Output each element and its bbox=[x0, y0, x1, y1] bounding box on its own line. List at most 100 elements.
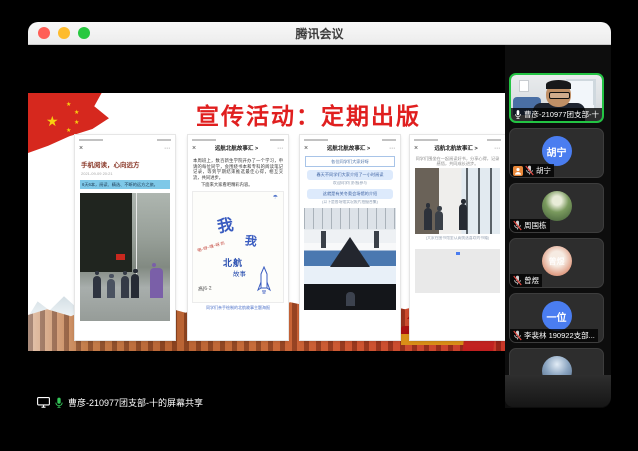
meeting-window: 腾讯会议 ★ ★ ★ ★ ★ 宣传活动：定期出版 bbox=[28, 22, 611, 408]
phone-status-bar bbox=[300, 135, 400, 143]
meeting-content: ★ ★ ★ ★ ★ 宣传活动：定期出版 bbox=[28, 45, 611, 408]
flag-star-icon: ★ bbox=[46, 113, 59, 130]
name-tag: 周国栋 bbox=[510, 219, 550, 232]
more-icon: ⋯ bbox=[164, 145, 171, 152]
share-banner-text: 曹彦-210977团支部-十的屏幕共享 bbox=[68, 396, 203, 408]
more-icon: ⋯ bbox=[494, 145, 501, 152]
host-badge-icon bbox=[513, 166, 523, 176]
mic-on-icon bbox=[514, 109, 522, 120]
rocket-doodle bbox=[257, 266, 271, 296]
zoom-window-button[interactable] bbox=[78, 27, 90, 39]
person-figure bbox=[107, 279, 115, 298]
participant-name: 李裴林 190922支部... bbox=[524, 330, 595, 341]
article-screenshot-1: × ⋯ 手机阅读，心向远方 2021-09-09 20:21 6天6本，阅读、精… bbox=[75, 135, 175, 340]
dark-photo-strip bbox=[304, 284, 396, 310]
participant-tile-lipeilin[interactable]: 一位 李裴林 190922支部... bbox=[509, 293, 604, 343]
person-figure bbox=[435, 211, 443, 230]
mic-muted-icon bbox=[513, 220, 522, 231]
dark-pyramid-structure bbox=[330, 237, 370, 267]
more-icon: ⋯ bbox=[389, 145, 396, 152]
account-name: 远航北航故事汇 > bbox=[308, 144, 389, 152]
participant-name: 胡宁 bbox=[536, 165, 551, 176]
participant-tile-zengyu[interactable]: 曾煜 曾煜 bbox=[509, 238, 604, 288]
umbrella-doodle: ☂ bbox=[273, 194, 278, 201]
participant-name: 周国栋 bbox=[524, 220, 547, 231]
sub-text: 欢迎同学们积极参与 bbox=[300, 181, 400, 186]
window-slit bbox=[321, 231, 326, 248]
minimize-window-button[interactable] bbox=[58, 27, 70, 39]
sidebar-bottom-panel bbox=[505, 375, 611, 407]
library-photo bbox=[415, 168, 500, 234]
person-figure bbox=[424, 208, 432, 230]
person-figure bbox=[93, 276, 101, 298]
name-tag: 曹彦-210977团支部-十 bbox=[511, 108, 602, 121]
participant-tile-caoyan[interactable]: 曹彦-210977团支部-十 bbox=[509, 73, 604, 123]
phone-status-bar bbox=[188, 135, 288, 143]
screen-share-banner: 曹彦-210977团支部-十的屏幕共享 bbox=[37, 396, 203, 408]
screen-share-area: ★ ★ ★ ★ ★ 宣传活动：定期出版 bbox=[28, 45, 505, 408]
participant-name: 曹彦-210977团支部-十 bbox=[524, 109, 599, 120]
name-tag: 李裴林 190922支部... bbox=[510, 329, 598, 342]
hand-drawn-poster: ☂ 我 唱~呀~嘿~呀 的 我 北航 故事 高∫6·2 bbox=[192, 191, 284, 303]
participant-tile-huning[interactable]: 胡宁 胡宁 bbox=[509, 128, 604, 178]
close-icon: × bbox=[79, 145, 83, 152]
close-window-button[interactable] bbox=[38, 27, 50, 39]
monitor-icon bbox=[37, 397, 50, 408]
small-red-flag bbox=[116, 254, 125, 260]
outdoor-photo bbox=[80, 193, 170, 321]
poster-character: 我 bbox=[215, 211, 235, 237]
stadium-photo bbox=[304, 208, 396, 284]
poster-subtitle: 故事 bbox=[233, 268, 246, 278]
avatar: 曾煜 bbox=[542, 246, 572, 276]
mic-on-icon bbox=[54, 397, 64, 409]
poster-scribble: 唱~呀~嘿~呀 的 bbox=[197, 241, 226, 255]
title-bar[interactable]: 腾讯会议 bbox=[28, 22, 611, 45]
person-icon bbox=[514, 167, 522, 175]
participant-tile-zhouguodong[interactable]: 周国栋 bbox=[509, 183, 604, 233]
avatar-text: 一位 bbox=[547, 309, 567, 324]
person-glasses bbox=[549, 92, 570, 99]
person-figure bbox=[121, 276, 129, 298]
more-icon: ⋯ bbox=[277, 145, 284, 152]
article-nav-bar: × 远航北航故事汇 > ⋯ bbox=[188, 143, 288, 153]
article-meta: 2021-09-09 20:21 bbox=[81, 171, 169, 176]
window-title: 腾讯会议 bbox=[295, 25, 343, 42]
window-frame bbox=[593, 81, 594, 105]
person-figure bbox=[346, 292, 355, 306]
photo-caption-small: (大家在图书馆里认真挑选喜欢的书籍) bbox=[414, 236, 501, 241]
outlined-text-box: 各位同学们大家好呀 bbox=[305, 156, 395, 167]
avatar: 一位 bbox=[542, 301, 572, 331]
article-nav-bar: × ⋯ bbox=[75, 143, 175, 153]
article-title: 手机阅读，心向远方 bbox=[81, 159, 169, 169]
dark-wall bbox=[80, 193, 132, 272]
participant-sidebar: 曹彦-210977团支部-十 胡宁 胡宁 bbox=[505, 45, 611, 408]
pagination-dots bbox=[410, 242, 505, 247]
poster-signature: 高∫6·2 bbox=[198, 285, 212, 293]
phone-status-bar bbox=[410, 135, 505, 143]
avatar bbox=[542, 191, 572, 221]
poster-character: 我 bbox=[244, 232, 258, 251]
mic-muted-icon bbox=[513, 330, 522, 341]
name-tag: 曾煜 bbox=[510, 274, 542, 287]
article-screenshot-4: × 远航北航故事汇 > ⋯ 同学们围坐在一起阅读好书，分享心得，记录感悟，共同成… bbox=[410, 135, 505, 340]
sub-text: (以下是各场馆实况照片拍摄合集) bbox=[300, 200, 400, 205]
flag-star-icon: ★ bbox=[66, 127, 71, 134]
flag-star-icon: ★ bbox=[66, 101, 71, 108]
shared-slide: ★ ★ ★ ★ ★ 宣传活动：定期出版 bbox=[28, 93, 505, 351]
empty-gray-box bbox=[415, 249, 500, 293]
window-mullion bbox=[490, 168, 492, 234]
window-slit bbox=[374, 231, 379, 248]
flag-star-icon: ★ bbox=[74, 119, 79, 126]
window-mullion bbox=[478, 168, 480, 234]
text-bubble: 这就是有关冬奥会场馆的介绍 bbox=[307, 189, 393, 199]
person-hair bbox=[546, 80, 571, 89]
account-name: 远航北航故事汇 > bbox=[196, 144, 277, 152]
text-bubble: 春天不同学们大家介绍了一小时阅读 bbox=[307, 170, 393, 180]
person-figure-purple bbox=[150, 268, 163, 298]
article-nav-bar: × 远航北航故事汇 > ⋯ bbox=[410, 143, 505, 153]
participant-name: 曾煜 bbox=[524, 275, 539, 286]
slide-title: 宣传活动：定期出版 bbox=[196, 97, 421, 131]
traffic-lights bbox=[38, 27, 90, 39]
photo-caption: 同学们围坐在一起阅读好书，分享心得，记录感悟，共同成长进步。 bbox=[415, 156, 500, 166]
article-line: 下面来大家看吧精彩内容。 bbox=[193, 182, 283, 188]
